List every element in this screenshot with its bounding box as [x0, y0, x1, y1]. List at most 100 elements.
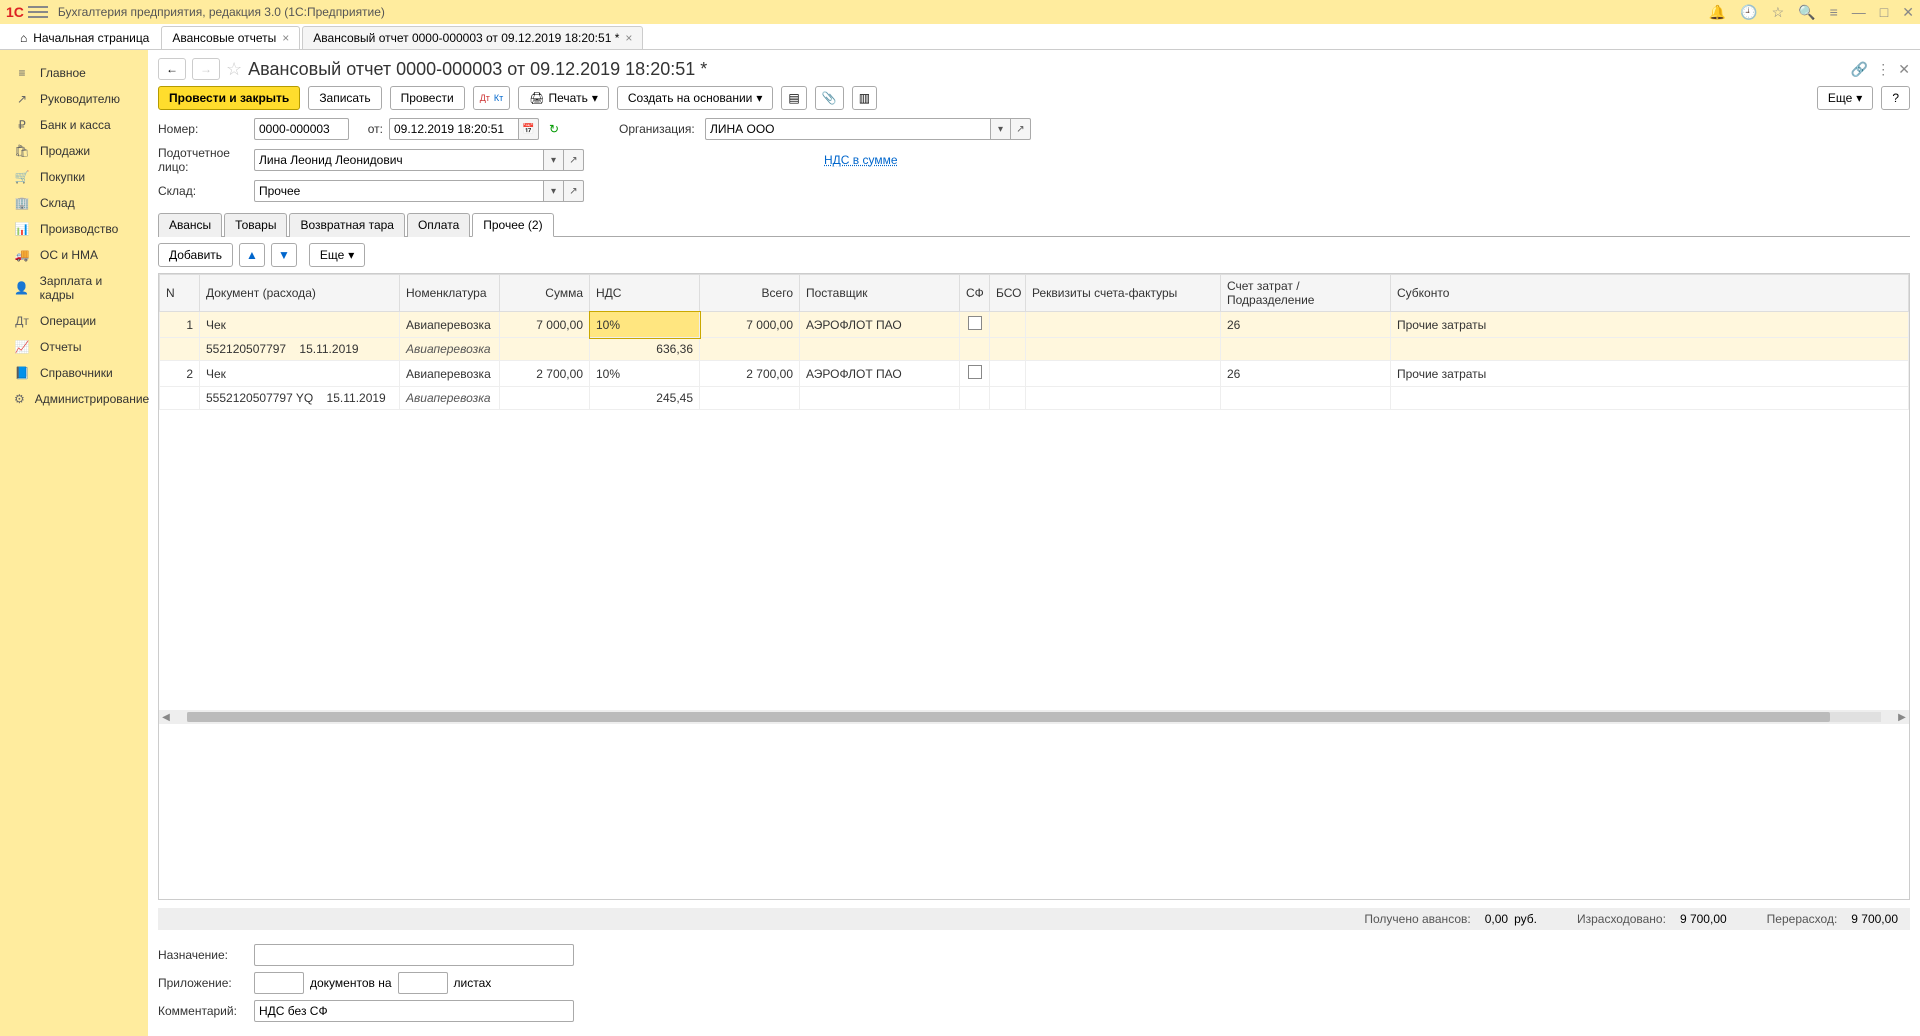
sidebar-item[interactable]: ⚙Администрирование: [0, 386, 148, 412]
tab-advances[interactable]: Авансы: [158, 213, 222, 237]
person-field[interactable]: [254, 149, 544, 171]
sidebar-item[interactable]: ↗Руководителю: [0, 86, 148, 112]
warehouse-field[interactable]: [254, 180, 544, 202]
sidebar-item[interactable]: 🛒Покупки: [0, 164, 148, 190]
chevron-down-icon[interactable]: ▾: [991, 118, 1011, 140]
save-button[interactable]: Записать: [308, 86, 381, 110]
more-button[interactable]: Еще▾: [1817, 86, 1873, 110]
col-sf-req[interactable]: Реквизиты счета-фактуры: [1026, 275, 1221, 312]
org-field[interactable]: [705, 118, 991, 140]
col-doc[interactable]: Документ (расхода): [200, 275, 400, 312]
tab-home[interactable]: ⌂ Начальная страница: [10, 27, 159, 49]
purpose-field[interactable]: [254, 944, 574, 966]
sidebar-item[interactable]: 🛍Продажи: [0, 138, 148, 164]
sidebar-item[interactable]: 📊Производство: [0, 216, 148, 242]
move-up-button[interactable]: ▲: [239, 243, 265, 267]
table-row[interactable]: 1ЧекАвиаперевозка7 000,0010%7 000,00АЭРО…: [160, 312, 1909, 338]
minimize-icon[interactable]: —: [1852, 4, 1866, 21]
comment-field[interactable]: [254, 1000, 574, 1022]
scroll-left-icon[interactable]: ◀: [159, 712, 173, 723]
tab-document-label: Авансовый отчет 0000-000003 от 09.12.201…: [313, 31, 619, 45]
link-icon[interactable]: 🔗: [1851, 61, 1868, 78]
create-based-button[interactable]: Создать на основании▾: [617, 86, 774, 110]
tab-close-icon[interactable]: ×: [625, 31, 632, 45]
maximize-icon[interactable]: □: [1880, 4, 1888, 21]
col-n[interactable]: N: [160, 275, 200, 312]
search-icon[interactable]: 🔍: [1798, 4, 1815, 21]
settings-icon[interactable]: ≡: [1830, 4, 1838, 21]
bell-icon[interactable]: 🔔: [1709, 4, 1726, 21]
docs-count-field[interactable]: [254, 972, 304, 994]
table-row[interactable]: 2ЧекАвиаперевозка2 700,0010%2 700,00АЭРО…: [160, 361, 1909, 387]
tab-list[interactable]: Авансовые отчеты ×: [161, 26, 300, 49]
warehouse-label: Склад:: [158, 184, 248, 198]
favorite-icon[interactable]: ☆: [226, 59, 242, 80]
sidebar-item[interactable]: 👤Зарплата и кадры: [0, 268, 148, 308]
chevron-down-icon[interactable]: ▾: [544, 180, 564, 202]
horizontal-scrollbar[interactable]: ◀ ▶: [159, 710, 1909, 724]
sidebar-item[interactable]: 📘Справочники: [0, 360, 148, 386]
col-nds[interactable]: НДС: [590, 275, 700, 312]
scroll-right-icon[interactable]: ▶: [1895, 712, 1909, 723]
table-row-detail[interactable]: 5552120507797 YQ 15.11.2019Авиаперевозка…: [160, 387, 1909, 410]
tab-other[interactable]: Прочее (2): [472, 213, 553, 237]
open-icon[interactable]: ↗: [564, 149, 584, 171]
tab-close-icon[interactable]: ×: [282, 31, 289, 45]
star-icon[interactable]: ☆: [1772, 4, 1785, 21]
chevron-down-icon[interactable]: ▾: [544, 149, 564, 171]
sidebar-item[interactable]: ДтОперации: [0, 308, 148, 334]
help-button[interactable]: ?: [1881, 86, 1910, 110]
col-account[interactable]: Счет затрат / Подразделение: [1221, 275, 1391, 312]
tab-document[interactable]: Авансовый отчет 0000-000003 от 09.12.201…: [302, 26, 643, 49]
print-button[interactable]: 🖨Печать▾: [518, 86, 609, 110]
col-bso[interactable]: БСО: [990, 275, 1026, 312]
calendar-icon[interactable]: 📅: [519, 118, 539, 140]
col-sum[interactable]: Сумма: [500, 275, 590, 312]
spent-label: Израсходовано:: [1577, 912, 1666, 926]
refresh-icon[interactable]: ↻: [545, 122, 563, 136]
sf-checkbox[interactable]: [968, 365, 982, 379]
history-icon[interactable]: 🕘: [1740, 4, 1757, 21]
structure-button[interactable]: ▤: [781, 86, 806, 110]
col-subconto[interactable]: Субконто: [1391, 275, 1909, 312]
back-button[interactable]: ←: [158, 58, 186, 80]
sidebar-item[interactable]: 🚚ОС и НМА: [0, 242, 148, 268]
date-field[interactable]: [389, 118, 519, 140]
number-field[interactable]: [254, 118, 349, 140]
menu-icon[interactable]: [28, 4, 48, 20]
sheets-count-field[interactable]: [398, 972, 448, 994]
sidebar-item[interactable]: ₽Банк и касса: [0, 112, 148, 138]
col-nomen[interactable]: Номенклатура: [400, 275, 500, 312]
grid-more-button[interactable]: Еще▾: [309, 243, 365, 267]
table-row-detail[interactable]: 552120507797 15.11.2019Авиаперевозка636,…: [160, 338, 1909, 361]
col-sf[interactable]: СФ: [960, 275, 990, 312]
sidebar-icon: ≡: [14, 66, 30, 80]
home-icon: ⌂: [20, 31, 27, 45]
sidebar-item[interactable]: 🏢Склад: [0, 190, 148, 216]
more-icon[interactable]: ⋮: [1876, 61, 1890, 78]
nds-link[interactable]: НДС в сумме: [824, 153, 898, 167]
post-and-close-button[interactable]: Провести и закрыть: [158, 86, 300, 110]
sf-checkbox[interactable]: [968, 316, 982, 330]
col-supplier[interactable]: Поставщик: [800, 275, 960, 312]
tab-goods[interactable]: Товары: [224, 213, 287, 237]
attachment-button[interactable]: 📎: [815, 86, 844, 110]
tab-returnable[interactable]: Возвратная тара: [289, 213, 405, 237]
org-label: Организация:: [619, 122, 699, 136]
sidebar-item[interactable]: ≡Главное: [0, 60, 148, 86]
list-button[interactable]: ▥: [852, 86, 877, 110]
add-button[interactable]: Добавить: [158, 243, 233, 267]
open-icon[interactable]: ↗: [1011, 118, 1031, 140]
tab-payment[interactable]: Оплата: [407, 213, 470, 237]
move-down-button[interactable]: ▼: [271, 243, 297, 267]
sidebar-item[interactable]: 📈Отчеты: [0, 334, 148, 360]
close-doc-icon[interactable]: ✕: [1898, 61, 1910, 78]
dtct-button[interactable]: ДтКт: [473, 86, 511, 110]
close-icon[interactable]: ✕: [1902, 4, 1914, 21]
col-total[interactable]: Всего: [700, 275, 800, 312]
open-icon[interactable]: ↗: [564, 180, 584, 202]
forward-button[interactable]: →: [192, 58, 220, 80]
post-button[interactable]: Провести: [390, 86, 465, 110]
sidebar-icon: 📈: [14, 340, 30, 354]
sidebar-item-label: Зарплата и кадры: [40, 274, 138, 302]
